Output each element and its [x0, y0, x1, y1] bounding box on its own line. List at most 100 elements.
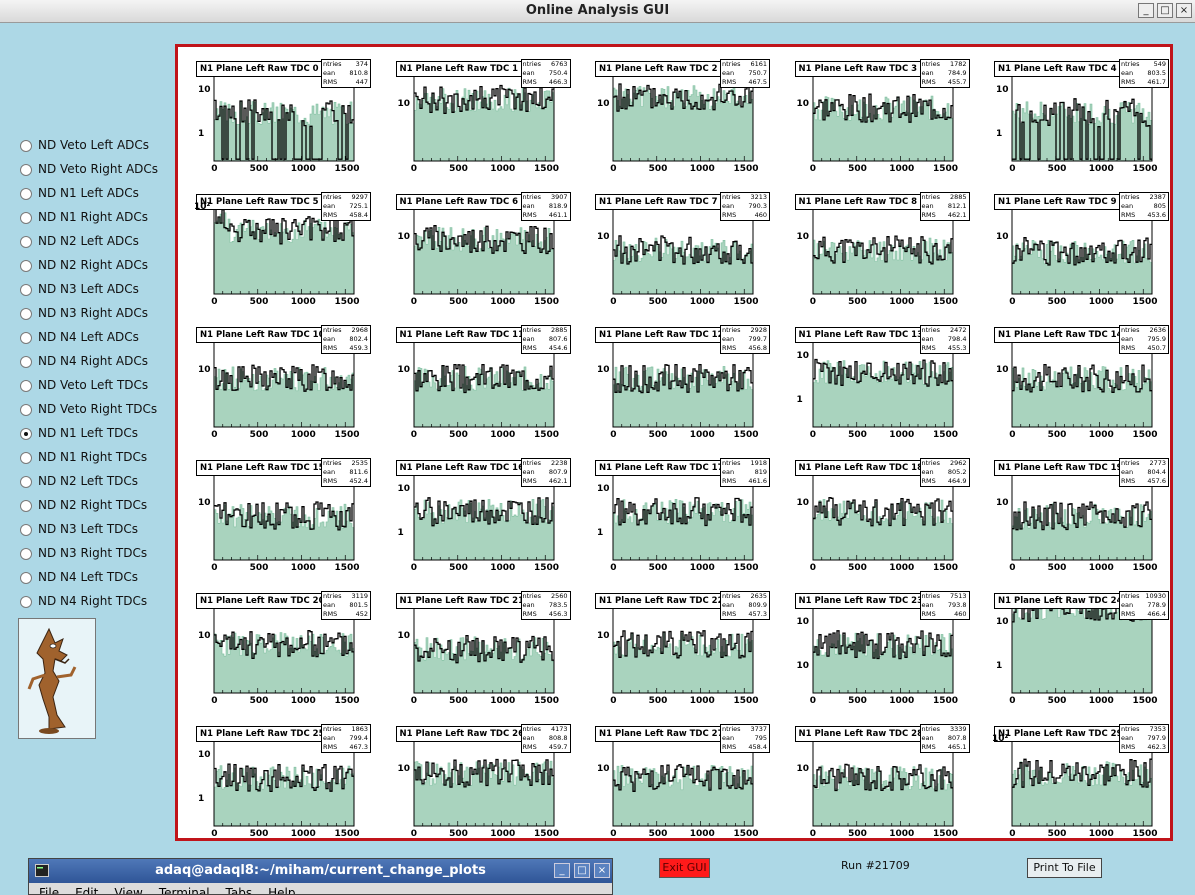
radio-button[interactable]	[20, 140, 32, 152]
histogram-title: N1 Plane Left Raw TDC 0	[196, 61, 323, 77]
close-button[interactable]: ×	[1176, 3, 1192, 18]
terminal-menu-item[interactable]: Edit	[75, 886, 98, 894]
histogram-panel[interactable]: N1 Plane Left Raw TDC 15 ntries 2535 ean 811…	[184, 450, 371, 575]
print-to-file-button[interactable]: Print To File	[1027, 858, 1102, 878]
maximize-button[interactable]: □	[1157, 3, 1173, 18]
radio-button[interactable]	[20, 284, 32, 296]
histogram-panel[interactable]: N1 Plane Left Raw TDC 21 ntries 2560 ean 783…	[384, 583, 571, 708]
window-titlebar[interactable]: Online Analysis GUI _ □ ×	[0, 0, 1195, 23]
y-tick-label: 10	[597, 484, 610, 494]
histogram-fill	[812, 237, 953, 295]
radio-button[interactable]	[20, 404, 32, 416]
terminal-titlebar[interactable]: adaq@adaql8:~/miham/current_change_plots…	[29, 859, 612, 883]
x-tick-label: 1000	[689, 563, 715, 573]
stats-entries-value: 3737	[750, 725, 767, 733]
stats-entries-value: 7513	[949, 592, 967, 600]
histogram-panel[interactable]: N1 Plane Left Raw TDC 16 ntries 2238 ean 807…	[384, 450, 571, 575]
x-tick-label: 500	[848, 430, 867, 440]
histogram-panel[interactable]: N1 Plane Left Raw TDC 19 ntries 2773 ean 804…	[982, 450, 1169, 575]
radio-button[interactable]	[20, 500, 32, 512]
stats-rms-value: 460	[954, 610, 967, 618]
histogram-panel[interactable]: N1 Plane Left Raw TDC 12 ntries 2928 ean 799…	[583, 317, 770, 442]
terminal-maximize-button[interactable]: □	[574, 863, 590, 878]
histogram-panel[interactable]: N1 Plane Left Raw TDC 8 ntries 2885 ean 812.…	[783, 184, 970, 309]
radio-button[interactable]	[20, 452, 32, 464]
stats-mean-value: 819	[754, 468, 767, 476]
terminal-menu-item[interactable]: Terminal	[159, 886, 210, 894]
stats-key: ean	[522, 468, 535, 476]
radio-button[interactable]	[20, 548, 32, 560]
stats-entries-value: 2968	[351, 326, 368, 334]
stats-mean-value: 783.5	[548, 601, 568, 609]
stats-entries-value: 2885	[949, 193, 967, 201]
x-tick-label: 1000	[290, 430, 316, 440]
x-tick-label: 500	[249, 430, 269, 440]
histogram-panel[interactable]: N1 Plane Left Raw TDC 11 ntries 2885 ean 807…	[384, 317, 571, 442]
histogram-panel[interactable]: N1 Plane Left Raw TDC 29 ntries 7353 ean 797…	[982, 716, 1169, 841]
terminal-menu-item[interactable]: Help	[268, 886, 295, 894]
histogram-panel[interactable]: N1 Plane Left Raw TDC 23 ntries 7513 ean 793…	[783, 583, 970, 708]
radio-button[interactable]	[20, 236, 32, 248]
stats-key: ntries	[522, 326, 542, 334]
histogram-panel[interactable]: N1 Plane Left Raw TDC 28 ntries 3339 ean 807…	[783, 716, 970, 841]
radio-button[interactable]	[20, 380, 32, 392]
stats-box: ntries 374 ean 810.8 RMS 447	[321, 59, 371, 88]
radio-button[interactable]	[20, 476, 32, 488]
histogram-panel[interactable]: N1 Plane Left Raw TDC 2 ntries 6161 ean 750.…	[583, 51, 770, 176]
radio-button[interactable]	[20, 164, 32, 176]
radio-button[interactable]	[20, 212, 32, 224]
histogram-panel[interactable]: N1 Plane Left Raw TDC 20 ntries 3119 ean 801…	[184, 583, 371, 708]
terminal-window[interactable]: adaq@adaql8:~/miham/current_change_plots…	[28, 858, 613, 895]
histogram-panel[interactable]: N1 Plane Left Raw TDC 10 ntries 2968 ean 802…	[184, 317, 371, 442]
x-tick-label: 0	[410, 563, 418, 573]
histogram-panel[interactable]: N1 Plane Left Raw TDC 6 ntries 3907 ean 818.…	[384, 184, 571, 309]
y-tick-label: 10	[597, 365, 610, 375]
histogram-panel[interactable]: N1 Plane Left Raw TDC 1 ntries 6763 ean 750.…	[384, 51, 571, 176]
radio-button[interactable]	[20, 308, 32, 320]
terminal-close-button[interactable]: ×	[594, 863, 610, 878]
radio-button-selected[interactable]	[20, 428, 32, 440]
radio-button[interactable]	[20, 356, 32, 368]
histogram-panel[interactable]: N1 Plane Left Raw TDC 22 ntries 2635 ean 809…	[583, 583, 770, 708]
radio-button[interactable]	[20, 260, 32, 272]
radio-button[interactable]	[20, 572, 32, 584]
histogram-panel[interactable]: N1 Plane Left Raw TDC 13 ntries 2472 ean 798…	[783, 317, 970, 442]
histogram-panel[interactable]: N1 Plane Left Raw TDC 26 ntries 4173 ean 808…	[384, 716, 571, 841]
radio-label: ND N4 Right ADCs	[38, 354, 148, 368]
histogram-panel[interactable]: N1 Plane Left Raw TDC 25 ntries 1863 ean 799…	[184, 716, 371, 841]
stats-box: ntries 6161 ean 750.7 RMS 467.5	[720, 59, 770, 88]
x-tick-label: 1500	[1132, 430, 1158, 440]
terminal-menu-item[interactable]: Tabs	[226, 886, 253, 894]
histogram-panel[interactable]: N1 Plane Left Raw TDC 3 ntries 1782 ean 784.…	[783, 51, 970, 176]
x-tick-label: 500	[648, 829, 668, 839]
minimize-button[interactable]: _	[1138, 3, 1154, 18]
histogram-panel[interactable]: N1 Plane Left Raw TDC 17 ntries 1918 ean 819…	[583, 450, 770, 575]
radio-button[interactable]	[20, 596, 32, 608]
exit-button[interactable]: Exit GUI	[659, 858, 710, 878]
stats-rms-value: 447	[355, 78, 368, 86]
histogram-panel[interactable]: N1 Plane Left Raw TDC 9 ntries 2387 ean 805 R…	[982, 184, 1169, 309]
histogram-panel[interactable]: N1 Plane Left Raw TDC 27 ntries 3737 ean 795…	[583, 716, 770, 841]
y-tick-label: 10	[597, 764, 610, 774]
histogram-panel[interactable]: N1 Plane Left Raw TDC 0 ntries 374 ean 810.8…	[184, 51, 371, 176]
histogram-panel[interactable]: N1 Plane Left Raw TDC 18 ntries 2962 ean 805…	[783, 450, 970, 575]
x-tick-label: 500	[449, 696, 468, 706]
stats-key: ntries	[522, 193, 542, 201]
histogram-canvas[interactable]: N1 Plane Left Raw TDC 0 ntries 374 ean 810.8…	[175, 44, 1173, 841]
histogram-panel[interactable]: N1 Plane Left Raw TDC 24 ntries 10930 ean 77…	[982, 583, 1169, 708]
coyote-icon[interactable]	[18, 618, 96, 739]
histogram-panel[interactable]: N1 Plane Left Raw TDC 4 ntries 549 ean 803.5…	[982, 51, 1169, 176]
radio-button[interactable]	[20, 332, 32, 344]
terminal-minimize-button[interactable]: _	[554, 863, 570, 878]
x-tick-label: 1000	[889, 563, 915, 573]
radio-button[interactable]	[20, 188, 32, 200]
histogram-panel[interactable]: N1 Plane Left Raw TDC 7 ntries 3213 ean 790.…	[583, 184, 770, 309]
histogram-panel[interactable]: N1 Plane Left Raw TDC 14 ntries 2636 ean 795…	[982, 317, 1169, 442]
radio-button[interactable]	[20, 524, 32, 536]
stats-key: RMS	[921, 78, 936, 86]
terminal-menu-item[interactable]: File	[39, 886, 59, 894]
terminal-menu-item[interactable]: View	[114, 886, 142, 894]
stats-rms-value: 455.3	[947, 344, 967, 352]
histogram-panel[interactable]: N1 Plane Left Raw TDC 5 ntries 9297 ean 725.…	[184, 184, 371, 309]
stats-key: ntries	[1121, 60, 1140, 68]
